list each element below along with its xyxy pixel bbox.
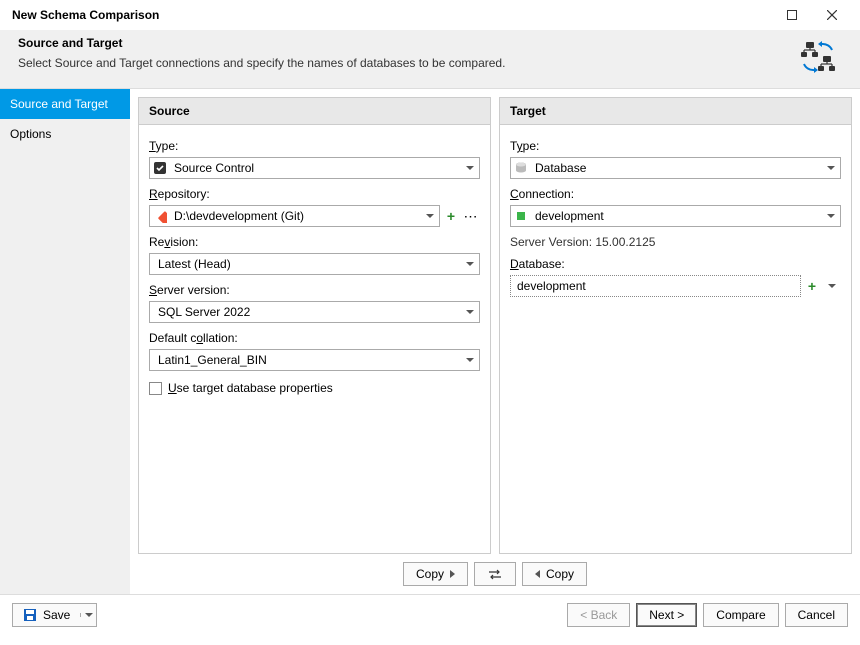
target-database-label: Database:: [510, 257, 841, 271]
chevron-down-icon: [461, 310, 479, 314]
chevron-down-icon: [461, 166, 479, 170]
save-icon: [23, 608, 37, 622]
compare-schema-icon: [794, 36, 842, 78]
source-server-combo[interactable]: SQL Server 2022: [149, 301, 480, 323]
footer: Save < Back Next > Compare Cancel: [0, 594, 860, 635]
sidebar-item-source-target[interactable]: Source and Target: [0, 89, 130, 119]
use-target-label: Use target database properties: [168, 381, 333, 395]
chevron-down-icon: [822, 166, 840, 170]
copy-to-source-button[interactable]: Copy: [522, 562, 587, 586]
source-type-label: Type:: [149, 139, 480, 153]
save-dropdown-button[interactable]: [80, 613, 96, 617]
use-target-checkbox[interactable]: [149, 382, 162, 395]
target-panel-title: Target: [500, 98, 851, 125]
target-connection-combo[interactable]: development: [510, 205, 841, 227]
cancel-button[interactable]: Cancel: [785, 603, 848, 627]
copy-to-target-button[interactable]: Copy: [403, 562, 468, 586]
save-button[interactable]: Save: [12, 603, 97, 627]
chevron-down-icon: [461, 358, 479, 362]
header-description: Select Source and Target connections and…: [18, 56, 794, 70]
source-panel-title: Source: [139, 98, 490, 125]
source-repository-label: Repository:: [149, 187, 480, 201]
compare-button[interactable]: Compare: [703, 603, 778, 627]
swap-icon: [487, 568, 503, 580]
arrow-right-icon: [450, 570, 455, 578]
header-title: Source and Target: [18, 36, 794, 50]
repository-more-button[interactable]: ⋯: [462, 205, 480, 227]
source-revision-label: Revision:: [149, 235, 480, 249]
source-type-combo[interactable]: Source Control: [149, 157, 480, 179]
database-icon: [511, 161, 531, 175]
close-button[interactable]: [812, 1, 852, 29]
arrow-left-icon: [535, 570, 540, 578]
chevron-down-icon: [421, 214, 439, 218]
swap-button[interactable]: [474, 562, 516, 586]
target-database-input[interactable]: development: [510, 275, 801, 297]
add-database-button[interactable]: +: [803, 275, 821, 297]
git-icon: [150, 209, 170, 223]
target-connection-label: Connection:: [510, 187, 841, 201]
copy-bar: Copy Copy: [138, 562, 852, 586]
target-server-version: Server Version: 15.00.2125: [510, 235, 841, 249]
connection-status-icon: [511, 210, 531, 222]
wizard-sidebar: Source and Target Options: [0, 89, 130, 594]
source-repository-combo[interactable]: D:\devdevelopment (Git): [149, 205, 440, 227]
target-panel: Target Type: Database Connection: develo…: [499, 97, 852, 554]
target-type-label: Type:: [510, 139, 841, 153]
chevron-down-icon: [461, 262, 479, 266]
titlebar: New Schema Comparison: [0, 0, 860, 30]
source-collation-label: Default collation:: [149, 331, 480, 345]
maximize-button[interactable]: [772, 1, 812, 29]
back-button: < Back: [567, 603, 630, 627]
window-title: New Schema Comparison: [8, 8, 772, 22]
database-dropdown-button[interactable]: [823, 275, 841, 297]
source-control-icon: [150, 161, 170, 175]
next-button[interactable]: Next >: [636, 603, 697, 627]
wizard-header: Source and Target Select Source and Targ…: [0, 30, 860, 89]
source-revision-combo[interactable]: Latest (Head): [149, 253, 480, 275]
source-collation-combo[interactable]: Latin1_General_BIN: [149, 349, 480, 371]
add-repository-button[interactable]: +: [442, 205, 460, 227]
target-type-combo[interactable]: Database: [510, 157, 841, 179]
source-server-label: Server version:: [149, 283, 480, 297]
sidebar-item-options[interactable]: Options: [0, 119, 130, 149]
source-panel: Source Type: Source Control Repository: …: [138, 97, 491, 554]
chevron-down-icon: [822, 214, 840, 218]
